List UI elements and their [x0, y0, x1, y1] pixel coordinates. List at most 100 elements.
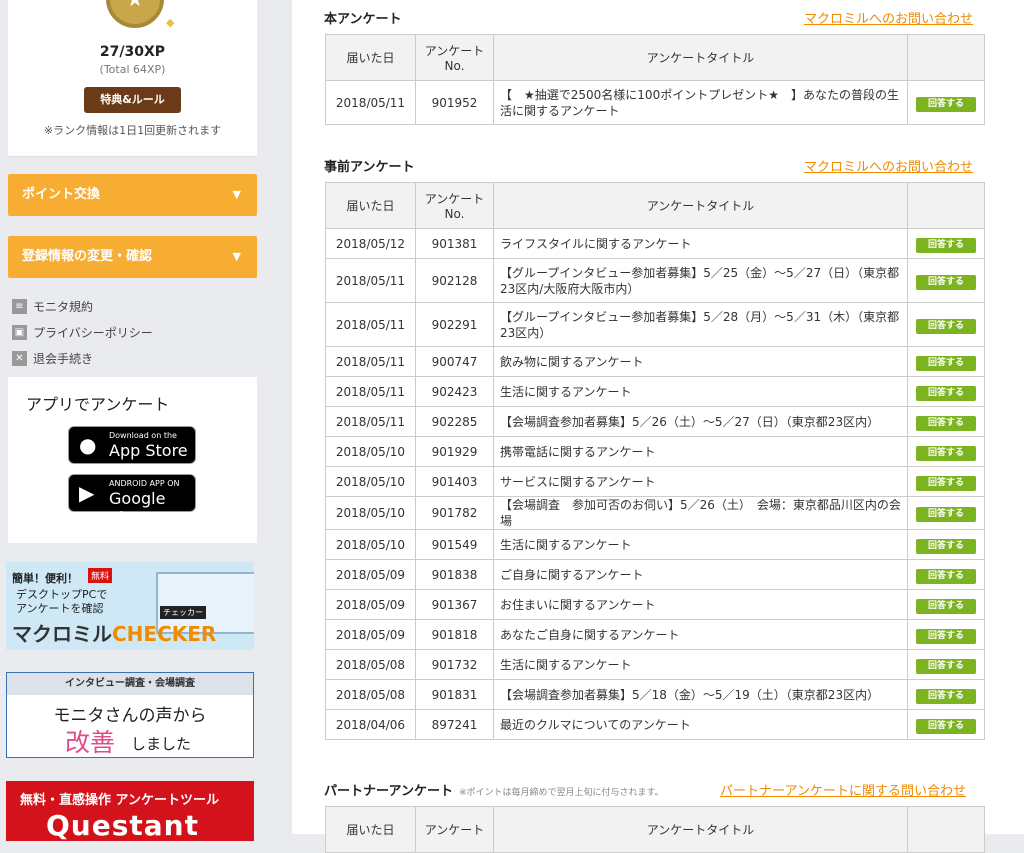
- row-action-cell: 回答する: [907, 466, 985, 497]
- row-action-cell: 回答する: [907, 302, 985, 347]
- answer-button[interactable]: 回答する: [916, 475, 976, 491]
- answer-button[interactable]: 回答する: [916, 568, 976, 584]
- answer-button[interactable]: 回答する: [916, 355, 976, 371]
- answer-button[interactable]: 回答する: [916, 445, 976, 461]
- checker-banner[interactable]: 簡単！便利！ 無料 デスクトップPCで アンケートを確認 チェッカー マクロミル…: [6, 562, 254, 650]
- row-survey-title: 携帯電話に関するアンケート: [493, 436, 908, 467]
- partner-title: パートナーアンケート: [324, 784, 453, 799]
- contact-link-main[interactable]: マクロミルへのお問い合わせ: [804, 8, 973, 27]
- row-action-cell: 回答する: [907, 619, 985, 650]
- row-survey-title: 【会場調査参加者募集】5／18（金）～5／19（土）（東京都23区内）: [493, 679, 908, 710]
- answer-button[interactable]: 回答する: [916, 598, 976, 614]
- row-date: 2018/05/11: [325, 302, 416, 347]
- lock-icon: ▣: [12, 325, 27, 340]
- row-survey-title: サービスに関するアンケート: [493, 466, 908, 497]
- col-date: 届いた日: [325, 34, 416, 81]
- answer-button[interactable]: 回答する: [916, 237, 976, 253]
- checker-line1: 簡単！便利！: [12, 572, 78, 585]
- row-date: 2018/04/06: [325, 709, 416, 740]
- table-row: 2018/05/08 901831 【会場調査参加者募集】5／18（金）～5／19（…: [325, 679, 985, 710]
- row-action-cell: 回答する: [907, 709, 985, 740]
- row-survey-title: 最近のクルマについてのアンケート: [493, 709, 908, 740]
- row-survey-title: 生活に関するアンケート: [493, 376, 908, 407]
- table-row: 2018/05/11 902291 【グループインタビュー参加者募集】5／28（月）…: [325, 302, 985, 347]
- answer-button[interactable]: 回答する: [916, 274, 976, 290]
- profile-edit-menu[interactable]: 登録情報の変更・確認 ▼: [8, 236, 257, 278]
- privacy-link[interactable]: ▣ プライバシーポリシー: [12, 324, 153, 341]
- survey-table-main: 届いた日 アンケート No. アンケートタイトル 2018/05/11 90195…: [325, 34, 985, 125]
- col-title: アンケートタイトル: [493, 182, 908, 229]
- row-action-cell: 回答する: [907, 496, 985, 530]
- answer-button[interactable]: 回答する: [916, 507, 976, 522]
- perks-rules-button[interactable]: 特典&ルール: [84, 87, 181, 113]
- row-survey-title: お住まいに関するアンケート: [493, 589, 908, 620]
- rank-medal-icon: ★: [106, 0, 164, 28]
- col-title: アンケートタイトル: [493, 806, 908, 853]
- row-survey-no: 901403: [415, 466, 494, 497]
- main-content: 本アンケート マクロミルへのお問い合わせ 届いた日 アンケート No. アンケー…: [292, 0, 1024, 853]
- privacy-link-label: プライバシーポリシー: [33, 326, 153, 340]
- row-survey-title: あなたご自身に関するアンケート: [493, 619, 908, 650]
- row-action-cell: 回答する: [907, 80, 985, 125]
- xp-total: (Total 64XP): [99, 63, 166, 76]
- answer-button[interactable]: 回答する: [916, 318, 976, 334]
- table-row: 2018/05/11 901952 【 ★抽選で2500名様に100ポイントプレゼン…: [325, 80, 985, 125]
- row-survey-no: 901952: [415, 80, 494, 125]
- answer-button[interactable]: 回答する: [916, 688, 976, 704]
- row-date: 2018/05/10: [325, 496, 416, 530]
- answer-button[interactable]: 回答する: [916, 415, 976, 431]
- col-action: [907, 806, 985, 853]
- table-row: 2018/05/11 900747 飲み物に関するアンケート 回答する: [325, 346, 985, 377]
- row-survey-title: ご自身に関するアンケート: [493, 559, 908, 590]
- table-row: 2018/05/08 901732 生活に関するアンケート 回答する: [325, 649, 985, 680]
- row-action-cell: 回答する: [907, 529, 985, 560]
- table-row: 2018/05/09 901818 あなたご自身に関するアンケート 回答する: [325, 619, 985, 650]
- google-play-badge[interactable]: ▶ ANDROID APP ON Google play: [68, 474, 196, 527]
- answer-button[interactable]: 回答する: [916, 538, 976, 554]
- point-exchange-menu[interactable]: ポイント交換 ▼: [8, 174, 257, 216]
- questant-line1: 無料・直感操作 アンケートツール: [20, 793, 220, 808]
- terms-link[interactable]: ≡ モニタ規約: [12, 298, 93, 315]
- triangle-down-icon: ▼: [232, 188, 241, 201]
- table-header-row: 届いた日 アンケート No. アンケートタイトル: [325, 34, 985, 81]
- row-survey-no: 901367: [415, 589, 494, 620]
- rank-card: ★ ◆ 27/30XP (Total 64XP) 特典&ルール ※ランク情報は1…: [8, 0, 257, 157]
- table-header-row: 届いた日 アンケート アンケートタイトル: [325, 806, 985, 853]
- row-date: 2018/05/12: [325, 228, 416, 259]
- contact-link-partner[interactable]: パートナーアンケートに関する問い合わせ: [720, 780, 966, 799]
- row-survey-title: ライフスタイルに関するアンケート: [493, 228, 908, 259]
- questant-banner[interactable]: 無料・直感操作 アンケートツール Questant: [6, 781, 254, 841]
- row-survey-title: 【会場調査 参加可否のお伺い】5／26（土） 会場：東京都品川区内の会場: [493, 496, 908, 530]
- col-no: アンケート No.: [415, 182, 494, 229]
- row-survey-no: 902423: [415, 376, 494, 407]
- col-title: アンケートタイトル: [493, 34, 908, 81]
- answer-button[interactable]: 回答する: [916, 628, 976, 644]
- row-survey-no: 901831: [415, 679, 494, 710]
- row-date: 2018/05/09: [325, 559, 416, 590]
- answer-button[interactable]: 回答する: [916, 96, 976, 112]
- row-date: 2018/05/09: [325, 589, 416, 620]
- interview-banner[interactable]: インタビュー調査・会場調査 モニタさんの声から 改善 しました: [6, 672, 254, 758]
- withdraw-link[interactable]: ✕ 退会手続き: [12, 350, 93, 367]
- answer-button[interactable]: 回答する: [916, 658, 976, 674]
- table-row: 2018/05/12 901381 ライフスタイルに関するアンケート 回答する: [325, 228, 985, 259]
- interview-line3: しました: [131, 735, 192, 753]
- row-survey-title: 飲み物に関するアンケート: [493, 346, 908, 377]
- row-action-cell: 回答する: [907, 436, 985, 467]
- row-survey-title: 【 ★抽選で2500名様に100ポイントプレゼント★ 】あなたの普段の生活に関す…: [493, 80, 908, 125]
- section-title-main: 本アンケート: [324, 12, 402, 27]
- row-survey-no: 901381: [415, 228, 494, 259]
- table-row: 2018/04/06 897241 最近のクルマについてのアンケート 回答する: [325, 709, 985, 740]
- contact-link-pre[interactable]: マクロミルへのお問い合わせ: [804, 156, 973, 175]
- google-play-big: Google play: [109, 489, 166, 527]
- row-date: 2018/05/09: [325, 619, 416, 650]
- app-store-badge[interactable]: ● Download on the App Store: [68, 426, 196, 464]
- sidebar: ★ ◆ 27/30XP (Total 64XP) 特典&ルール ※ランク情報は1…: [0, 0, 270, 841]
- row-survey-no: 897241: [415, 709, 494, 740]
- partner-note: ※ポイントは毎月締めで翌月上旬に付与されます。: [458, 788, 664, 798]
- checker-brand: マクロミルCHECKER: [12, 618, 216, 647]
- table-row: 2018/05/09 901367 お住まいに関するアンケート 回答する: [325, 589, 985, 620]
- answer-button[interactable]: 回答する: [916, 718, 976, 734]
- document-icon: ≡: [12, 299, 27, 314]
- answer-button[interactable]: 回答する: [916, 385, 976, 401]
